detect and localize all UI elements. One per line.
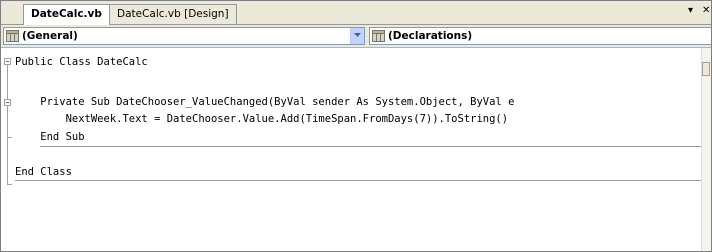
method-name-value: (Declarations) <box>388 30 473 42</box>
code-line: Public Class DateCalc <box>15 56 148 68</box>
class-name-combo[interactable]: (General) <box>3 27 365 45</box>
class-icon <box>6 30 19 42</box>
outline-line <box>7 65 8 184</box>
code-line: NextWeek.Text = DateChooser.Value.Add(Ti… <box>15 113 509 125</box>
code-line: Private Sub DateChooser_ValueChanged(ByV… <box>15 96 515 108</box>
tab-label: DateCalc.vb <box>31 8 102 20</box>
code-navigation-bar: (General) (Declarations) <box>1 25 711 48</box>
chevron-down-icon[interactable] <box>350 28 364 44</box>
class-name-value: (General) <box>22 30 78 42</box>
code-editor[interactable]: Public Class DateCalc Private Sub DateCh… <box>1 48 704 251</box>
code-line: End Class <box>15 166 72 178</box>
tab-label: DateCalc.vb [Design] <box>117 8 229 20</box>
document-tab-strip: DateCalc.vb DateCalc.vb [Design] ▾ ✕ <box>1 1 711 25</box>
close-icon[interactable]: ✕ <box>702 5 710 16</box>
end-separator <box>15 180 704 181</box>
outline-tick <box>7 137 12 138</box>
code-line: End Sub <box>15 131 85 143</box>
tab-datecalc-design[interactable]: DateCalc.vb [Design] <box>109 4 237 24</box>
code-area[interactable]: Public Class DateCalc Private Sub DateCh… <box>1 48 704 251</box>
method-icon <box>372 30 385 42</box>
vertical-scrollbar[interactable] <box>701 48 711 251</box>
outline-tick <box>7 184 12 185</box>
scroll-thumb[interactable] <box>702 62 710 76</box>
tab-list-dropdown-icon[interactable]: ▾ <box>688 5 693 16</box>
procedure-separator <box>40 146 704 147</box>
tab-datecalc-vb[interactable]: DateCalc.vb <box>23 4 110 25</box>
collapse-class-icon[interactable] <box>4 58 11 65</box>
method-name-combo[interactable]: (Declarations) <box>369 27 711 45</box>
collapse-sub-icon[interactable] <box>4 99 11 106</box>
code-editor-window: DateCalc.vb DateCalc.vb [Design] ▾ ✕ (Ge… <box>0 0 712 252</box>
